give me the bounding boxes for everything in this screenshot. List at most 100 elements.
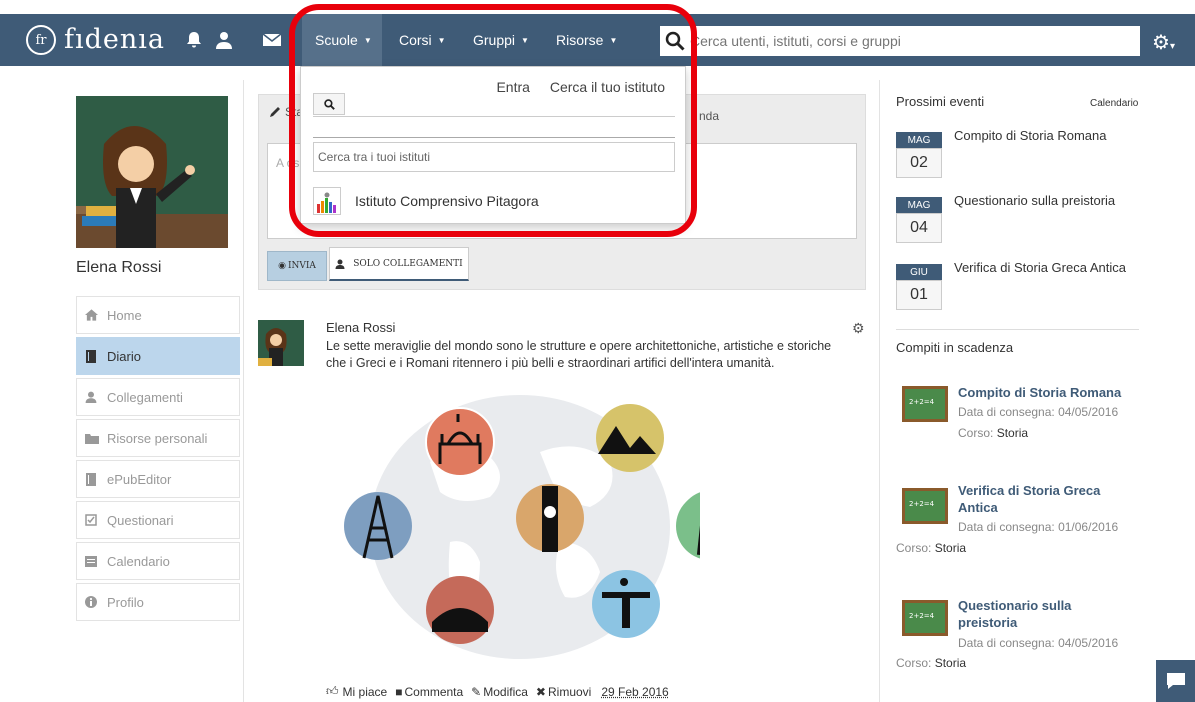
menu-corsi-label: Corsi xyxy=(399,32,432,48)
svg-text:2+2=4: 2+2=4 xyxy=(909,398,935,406)
chat-button[interactable] xyxy=(1156,660,1195,702)
event-item[interactable]: MAG 04 Questionario sulla preistoria xyxy=(896,193,1146,247)
sidebar-item-label: Diario xyxy=(107,348,141,364)
remove-button[interactable]: ✖ Rimuovi xyxy=(536,685,595,699)
menu-risorse[interactable]: Risorse ▼ xyxy=(556,14,617,66)
pencil-icon: ✎ xyxy=(471,684,482,699)
mail-icon[interactable] xyxy=(262,30,282,50)
search-icon xyxy=(323,98,335,110)
sidebar-item-label: ePubEditor xyxy=(107,471,172,487)
find-institute-link[interactable]: Cerca il tuo istituto xyxy=(550,79,665,95)
chevron-down-icon: ▼ xyxy=(437,35,446,45)
menu-corsi[interactable]: Corsi ▼ xyxy=(399,14,446,66)
sidebar-item-label: Home xyxy=(107,307,142,323)
user-icon xyxy=(85,391,103,403)
menu-scuole-label: Scuole xyxy=(315,32,358,48)
connections-only-label: SOLO COLLEGAMENTI xyxy=(353,258,463,269)
profile-avatar[interactable] xyxy=(76,96,228,248)
task-title[interactable]: Verifica di Storia Greca Antica xyxy=(958,482,1128,516)
menu-scuole[interactable]: Scuole ▼ xyxy=(302,14,382,66)
event-month: MAG xyxy=(896,132,942,148)
sidebar-item-diario[interactable]: Diario xyxy=(76,337,240,375)
composer-tab-right[interactable]: nda xyxy=(699,109,719,123)
close-icon: ✖ xyxy=(535,684,546,699)
event-day: 02 xyxy=(896,148,942,178)
calendar-icon xyxy=(85,555,103,567)
send-button[interactable]: ◉ INVIA xyxy=(267,251,327,281)
task-title[interactable]: Questionario sulla preistoria xyxy=(958,597,1128,631)
divider xyxy=(313,137,675,138)
dropdown-links: Entra Cerca il tuo istituto xyxy=(480,79,665,95)
divider xyxy=(896,329,1139,330)
task-deadline: Data di consegna: 04/05/2016 xyxy=(958,405,1119,419)
event-item[interactable]: MAG 02 Compito di Storia Romana xyxy=(896,128,1146,182)
institute-filter-input[interactable]: Cerca tra i tuoi istituti xyxy=(313,142,675,172)
sidebar-item-profilo[interactable]: Profilo xyxy=(76,583,240,621)
task-course: Corso: Storia xyxy=(896,656,967,670)
menu-gruppi[interactable]: Gruppi ▼ xyxy=(473,14,529,66)
sidebar-item-questionari[interactable]: Questionari xyxy=(76,501,240,539)
svg-text:2+2=4: 2+2=4 xyxy=(909,500,935,508)
profile-name[interactable]: Elena Rossi xyxy=(76,259,161,277)
post-date[interactable]: 29 Feb 2016 xyxy=(601,685,668,699)
top-navbar: fr fıdenıa Scuole ▼ Corsi ▼ Gruppi ▼ Risors… xyxy=(0,14,1195,66)
scuole-dropdown: Entra Cerca il tuo istituto Cerca tra i … xyxy=(300,66,686,224)
post-actions: 👍︎ Mi piace ■ Commenta ✎ Modifica ✖ Rimuovi … xyxy=(326,684,673,699)
comment-button[interactable]: ■ Commenta xyxy=(395,685,467,699)
like-label: Mi piace xyxy=(342,684,388,699)
task-course: Corso: Storia xyxy=(896,541,967,555)
post-author[interactable]: Elena Rossi xyxy=(326,320,395,335)
menu-risorse-label: Risorse xyxy=(556,32,604,48)
institute-item-label: Istituto Comprensivo Pitagora xyxy=(355,193,539,209)
comment-label: Commenta xyxy=(404,684,464,699)
divider xyxy=(313,116,675,117)
sidebar-item-label: Risorse personali xyxy=(107,430,208,446)
settings-gear-icon[interactable]: ⚙▾ xyxy=(1152,30,1175,55)
sidebar-item-home[interactable]: Home xyxy=(76,296,240,334)
enter-link[interactable]: Entra xyxy=(496,79,529,95)
sidebar-item-collegamenti[interactable]: Collegamenti xyxy=(76,378,240,416)
search-icon[interactable] xyxy=(660,26,690,56)
bell-icon[interactable] xyxy=(184,30,204,50)
event-title: Compito di Storia Romana xyxy=(954,128,1107,143)
post-text: Le sette meraviglie del mondo sono le st… xyxy=(326,339,832,370)
user-icon[interactable] xyxy=(214,30,234,50)
user-icon xyxy=(335,259,345,269)
connections-only-button[interactable]: SOLO COLLEGAMENTI xyxy=(329,247,469,281)
sidebar-item-epubeditor[interactable]: ePubEditor xyxy=(76,460,240,498)
event-item[interactable]: GIU 01 Verifica di Storia Greca Antica xyxy=(896,260,1146,314)
checkbox-icon xyxy=(85,514,103,526)
task-title[interactable]: Compito di Storia Romana xyxy=(958,384,1128,401)
sidebar-item-calendario[interactable]: Calendario xyxy=(76,542,240,580)
post-settings-gear-icon[interactable]: ⚙ xyxy=(852,320,865,337)
post-author-avatar[interactable] xyxy=(258,320,304,366)
globe-icon: ◉ xyxy=(278,261,286,271)
sidebar-item-risorse-personali[interactable]: Risorse personali xyxy=(76,419,240,457)
svg-text:2+2=4: 2+2=4 xyxy=(909,612,935,620)
chevron-down-icon: ▼ xyxy=(363,35,372,45)
institute-item[interactable]: Istituto Comprensivo Pitagora xyxy=(313,187,539,215)
event-title: Questionario sulla preistoria xyxy=(954,193,1116,208)
tasks-title: Compiti in scadenza xyxy=(896,340,1014,355)
event-day: 04 xyxy=(896,213,942,243)
logo-text: fıdenıa xyxy=(64,24,166,55)
global-search[interactable] xyxy=(660,26,1140,56)
menu-gruppi-label: Gruppi xyxy=(473,32,516,48)
sidebar-item-label: Questionari xyxy=(107,512,174,528)
global-search-input[interactable] xyxy=(690,33,1140,49)
info-icon xyxy=(85,596,103,608)
sidebar-item-label: Calendario xyxy=(107,553,170,569)
seven-wonders-image xyxy=(340,392,746,662)
thumbs-up-icon: 👍︎ xyxy=(326,684,339,698)
chat-bubble-icon xyxy=(1166,673,1185,689)
event-month: GIU xyxy=(896,264,942,280)
composer-tab[interactable]: Sta xyxy=(269,105,303,119)
fidenia-logo[interactable]: fr fıdenıa xyxy=(26,24,165,56)
pencil-icon xyxy=(270,107,280,117)
dropdown-search-button[interactable] xyxy=(313,93,345,115)
chalkboard-icon: 2+2=4 xyxy=(902,488,948,524)
like-button[interactable]: 👍︎ Mi piace xyxy=(326,684,391,699)
calendar-link[interactable]: Calendario xyxy=(1090,98,1138,109)
edit-button[interactable]: ✎ Modifica xyxy=(471,685,532,699)
edit-label: Modifica xyxy=(483,684,528,699)
